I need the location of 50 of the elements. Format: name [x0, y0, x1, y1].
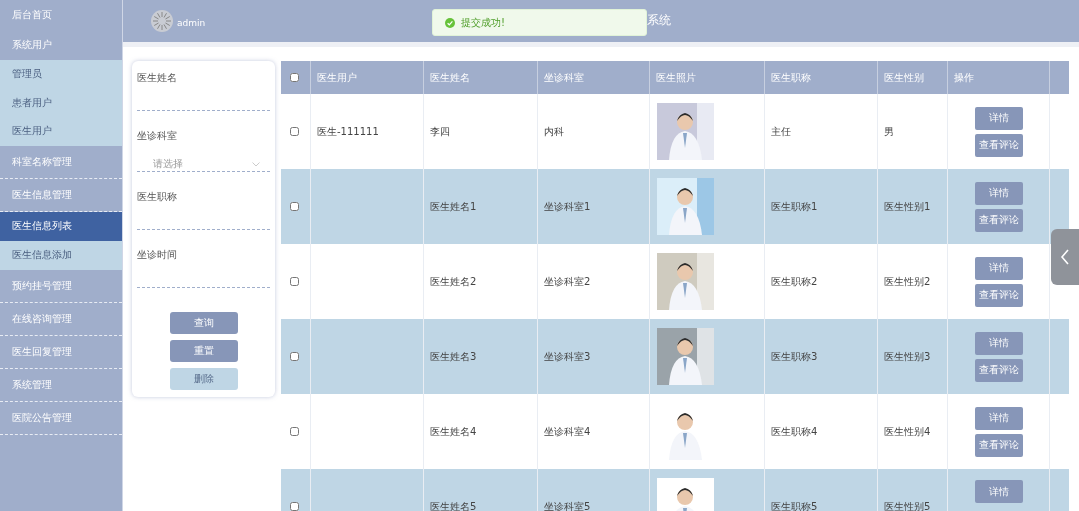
field-label: 医生职称: [137, 190, 178, 204]
sidebar-item[interactable]: 后台首页: [0, 0, 122, 30]
row-checkbox[interactable]: [290, 502, 299, 511]
sidebar-item[interactable]: 医院公告管理: [0, 401, 122, 435]
check-circle-icon: [445, 17, 455, 28]
sidebar-item[interactable]: 医生信息管理: [0, 178, 122, 212]
loading-avatar-icon: [151, 10, 173, 32]
row-action-button[interactable]: 详情: [974, 331, 1023, 355]
field-label: 医生姓名: [137, 71, 178, 85]
table-cell: 医生姓名5: [424, 469, 538, 511]
row-action-button[interactable]: 详情: [974, 256, 1023, 280]
toast-message: 提交成功!: [461, 15, 505, 30]
chevron-down-icon: [252, 161, 260, 167]
username: admin: [177, 18, 206, 28]
row-action-button[interactable]: 查看评论: [974, 208, 1023, 232]
sidebar-item[interactable]: 预约挂号管理: [0, 269, 122, 303]
field-label: 坐诊时间: [137, 248, 178, 262]
row-action-button[interactable]: 查看评论: [974, 133, 1023, 157]
sidebar-subitem[interactable]: 管理员: [0, 60, 122, 89]
sidebar-item[interactable]: 系统管理: [0, 368, 122, 402]
row-checkbox[interactable]: [290, 352, 299, 361]
row-checkbox[interactable]: [290, 127, 299, 136]
row-action-button[interactable]: 查看评论: [974, 283, 1023, 307]
sidebar-item[interactable]: 科室名称管理: [0, 145, 122, 179]
row-action-button[interactable]: 查看评论: [974, 358, 1023, 382]
row-action-button[interactable]: 详情: [974, 106, 1023, 130]
field-label: 坐诊科室: [137, 129, 178, 143]
row-checkbox[interactable]: [290, 427, 299, 436]
row-checkbox[interactable]: [290, 202, 299, 211]
sidebar-subitem[interactable]: 患者用户: [0, 88, 122, 117]
search-panel-button[interactable]: 查询: [169, 312, 238, 334]
table-cell: 医生职称5: [765, 469, 878, 511]
select-field[interactable]: 请选择: [137, 157, 270, 172]
header-title: 系统: [647, 12, 671, 29]
sidebar-subitem[interactable]: 医生信息添加: [0, 240, 122, 270]
chevron-left-icon: [1060, 249, 1070, 265]
sidebar-item[interactable]: 系统用户: [0, 30, 122, 60]
sidebar-subitem[interactable]: 医生用户: [0, 117, 122, 146]
sidebar-subitem[interactable]: 医生信息列表: [0, 211, 122, 241]
sidebar-item[interactable]: 医生回复管理: [0, 335, 122, 369]
row-action-button[interactable]: 详情: [974, 181, 1023, 205]
table-cell: 坐诊科室5: [538, 469, 650, 511]
search-panel-button[interactable]: 重置: [169, 340, 238, 362]
row-action-button[interactable]: 详情: [974, 480, 1023, 503]
row-action-button[interactable]: 查看评论: [974, 433, 1023, 457]
row-checkbox[interactable]: [290, 277, 299, 286]
row-action-button[interactable]: 详情: [974, 406, 1023, 430]
table-cell: 医生性别5: [878, 469, 948, 511]
select-all-checkbox[interactable]: [290, 73, 299, 82]
sidebar-item[interactable]: 在线咨询管理: [0, 302, 122, 336]
